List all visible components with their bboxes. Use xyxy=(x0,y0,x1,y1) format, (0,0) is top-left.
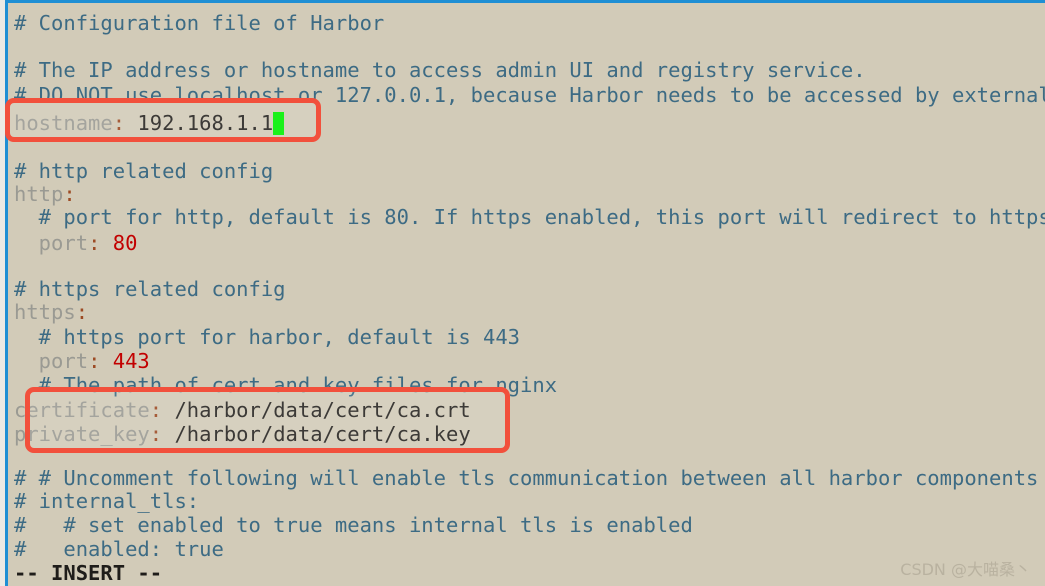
editor-line-10[interactable]: port: 80 xyxy=(14,227,138,259)
terminal-screenshot: # Configuration file of Harbor # The IP a… xyxy=(0,0,1045,586)
vim-editor-surface[interactable]: # Configuration file of Harbor # The IP a… xyxy=(8,3,1045,586)
token-punct: : xyxy=(149,422,163,446)
token-key: hostname xyxy=(14,111,113,135)
editor-line-5[interactable]: hostname: 192.168.1.1 xyxy=(14,107,285,139)
token-comment: # port for http, default is 80. If https… xyxy=(14,205,1045,229)
token-punct: : xyxy=(112,111,126,135)
editor-line-1[interactable]: # Configuration file of Harbor xyxy=(14,7,384,39)
editor-line-9[interactable]: # port for http, default is 80. If https… xyxy=(14,201,1045,233)
csdn-watermark: CSDN @大喵桑丶 xyxy=(900,560,1031,579)
token-punct: : xyxy=(88,231,101,255)
token-val: 192.168.1.1 xyxy=(125,111,274,135)
token-comment: # Configuration file of Harbor xyxy=(14,11,385,35)
token-comment: # DO NOT use localhost or 127.0.0.1, bec… xyxy=(14,83,1045,107)
editor-line-18[interactable]: private_key: /harbor/data/cert/ca.key xyxy=(14,418,471,450)
token-status: -- INSERT -- xyxy=(14,561,163,585)
token-key: private_key xyxy=(14,422,150,446)
text-cursor xyxy=(273,112,285,135)
editor-line-24[interactable]: -- INSERT -- xyxy=(14,557,162,586)
token-key: port xyxy=(14,231,89,255)
token-num: 80 xyxy=(100,231,138,255)
token-val: /harbor/data/cert/ca.key xyxy=(162,422,471,446)
